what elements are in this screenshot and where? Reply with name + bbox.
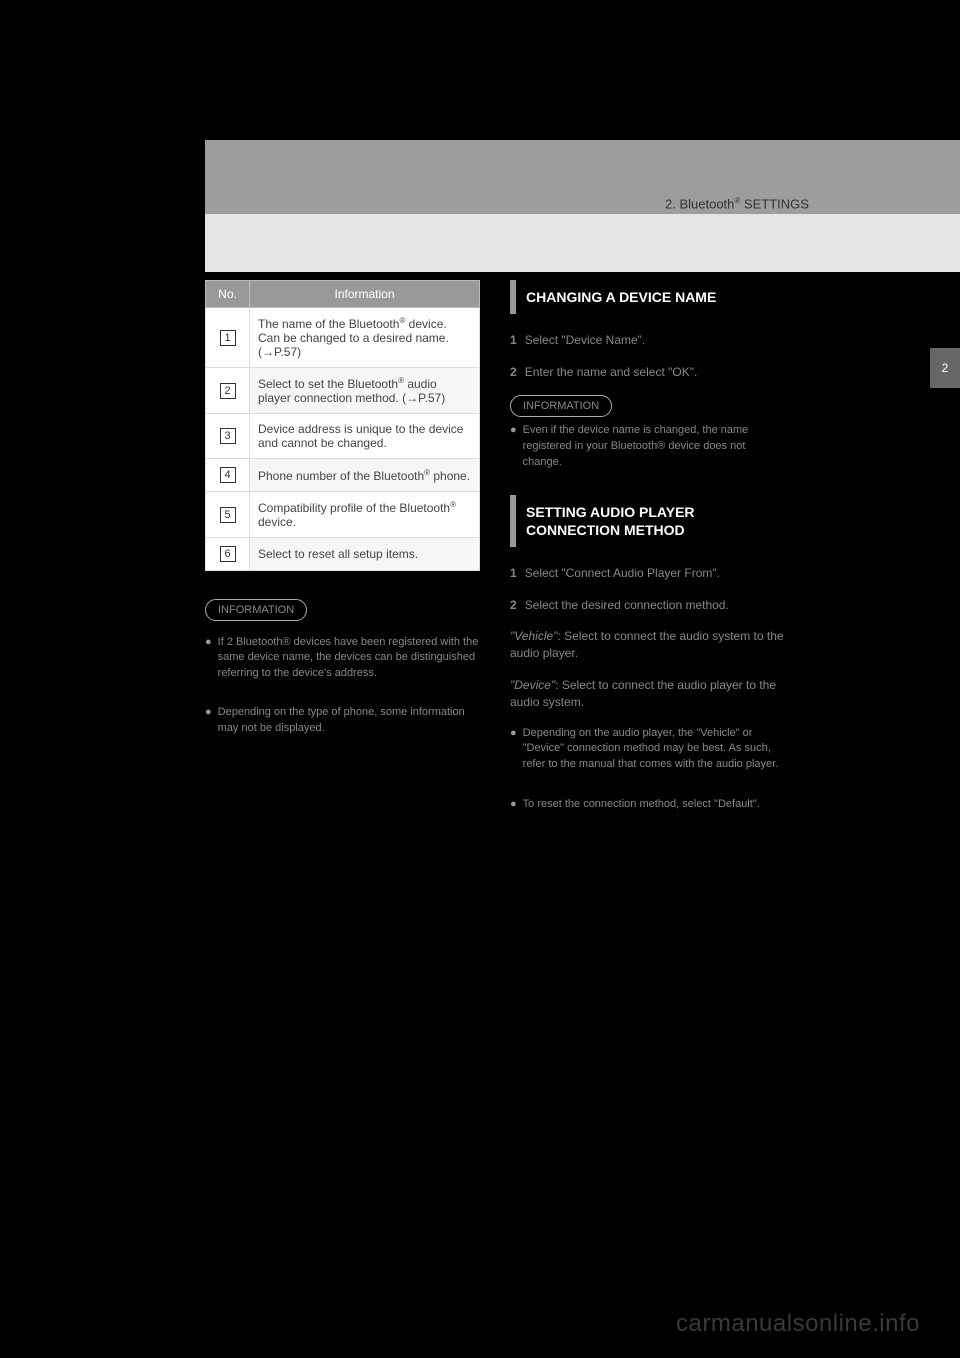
table-row: 3 Device address is unique to the device…	[206, 414, 480, 459]
section-title-audio-player-connection: SETTING AUDIO PLAYER CONNECTION METHOD	[510, 495, 785, 547]
table-desc-cell: Compatibility profile of the Bluetooth® …	[250, 492, 480, 538]
info-label-box: INFORMATION	[510, 395, 612, 417]
method-item: "Vehicle": Select to connect the audio s…	[510, 628, 785, 663]
step-number: 2	[510, 597, 517, 614]
info-table: No. Information 1 The name of the Blueto…	[205, 280, 480, 571]
note: ● Depending on the audio player, the "Ve…	[510, 726, 785, 774]
step: 1 Select "Device Name".	[510, 332, 785, 349]
step: 1 Select "Connect Audio Player From".	[510, 565, 785, 582]
note-text: Even if the device name is changed, the …	[523, 423, 785, 471]
info-item: ● Depending on the type of phone, some i…	[205, 705, 480, 736]
step-text: Select "Connect Audio Player From".	[525, 565, 785, 582]
table-num-cell: 5	[206, 492, 250, 538]
watermark: carmanualsonline.info	[676, 1310, 920, 1338]
method-label: "Vehicle"	[510, 629, 557, 643]
info-item: ● If 2 Bluetooth® devices have been regi…	[205, 635, 480, 681]
breadcrumb: 2. Bluetooth® SETTINGS	[665, 196, 809, 211]
step: 2 Select the desired connection method.	[510, 597, 785, 614]
table-desc-cell: Device address is unique to the device a…	[250, 414, 480, 459]
table-row: 1 The name of the Bluetooth® device. Can…	[206, 308, 480, 368]
numbox-icon: 2	[220, 383, 236, 399]
numbox-icon: 3	[220, 428, 236, 444]
side-tab: 2	[930, 348, 960, 388]
bullet-icon: ●	[510, 726, 517, 774]
table-desc-cell: Select to reset all setup items.	[250, 538, 480, 571]
method-label: "Device"	[510, 678, 555, 692]
bullet-icon: ●	[205, 705, 212, 736]
table-desc-cell: Select to set the Bluetooth® audio playe…	[250, 368, 480, 414]
breadcrumb-suffix: SETTINGS	[740, 196, 809, 211]
table-header-no: No.	[206, 281, 250, 308]
table-num-cell: 4	[206, 459, 250, 492]
table-num-cell: 3	[206, 414, 250, 459]
left-info-block: INFORMATION ● If 2 Bluetooth® devices ha…	[205, 599, 480, 736]
header-light-bar	[205, 214, 960, 272]
note: ● To reset the connection method, select…	[510, 797, 785, 813]
step-number: 1	[510, 565, 517, 582]
bullet-icon: ●	[510, 797, 517, 813]
numbox-icon: 1	[220, 330, 236, 346]
table-desc-cell: The name of the Bluetooth® device. Can b…	[250, 308, 480, 368]
breadcrumb-prefix: 2. Bluetooth	[665, 196, 734, 211]
table-row: 4 Phone number of the Bluetooth® phone.	[206, 459, 480, 492]
numbox-icon: 6	[220, 546, 236, 562]
step-text: Select the desired connection method.	[525, 597, 785, 614]
bullet-icon: ●	[205, 635, 212, 681]
table-row: 5 Compatibility profile of the Bluetooth…	[206, 492, 480, 538]
header-grey-bar	[205, 140, 960, 214]
table-header-row: No. Information	[206, 281, 480, 308]
note: ● Even if the device name is changed, th…	[510, 423, 785, 471]
side-tab-label: 2	[942, 361, 949, 375]
info-text: Depending on the type of phone, some inf…	[218, 705, 480, 736]
step-text: Enter the name and select "OK".	[525, 364, 785, 381]
table-num-cell: 6	[206, 538, 250, 571]
table-row: 6 Select to reset all setup items.	[206, 538, 480, 571]
step-number: 1	[510, 332, 517, 349]
info-label-box: INFORMATION	[205, 599, 307, 621]
section-title-changing-device-name: CHANGING A DEVICE NAME	[510, 280, 785, 314]
table-row: 2 Select to set the Bluetooth® audio pla…	[206, 368, 480, 414]
method-item: "Device": Select to connect the audio pl…	[510, 677, 785, 712]
table-desc-cell: Phone number of the Bluetooth® phone.	[250, 459, 480, 492]
table-num-cell: 1	[206, 308, 250, 368]
table-header-info: Information	[250, 281, 480, 308]
bullet-icon: ●	[510, 423, 517, 471]
step-number: 2	[510, 364, 517, 381]
table-num-cell: 2	[206, 368, 250, 414]
note-text: Depending on the audio player, the "Vehi…	[523, 726, 785, 774]
step: 2 Enter the name and select "OK".	[510, 364, 785, 381]
note-text: To reset the connection method, select "…	[523, 797, 760, 813]
step-text: Select "Device Name".	[525, 332, 785, 349]
numbox-icon: 5	[220, 507, 236, 523]
info-text: If 2 Bluetooth® devices have been regist…	[218, 635, 480, 681]
numbox-icon: 4	[220, 467, 236, 483]
